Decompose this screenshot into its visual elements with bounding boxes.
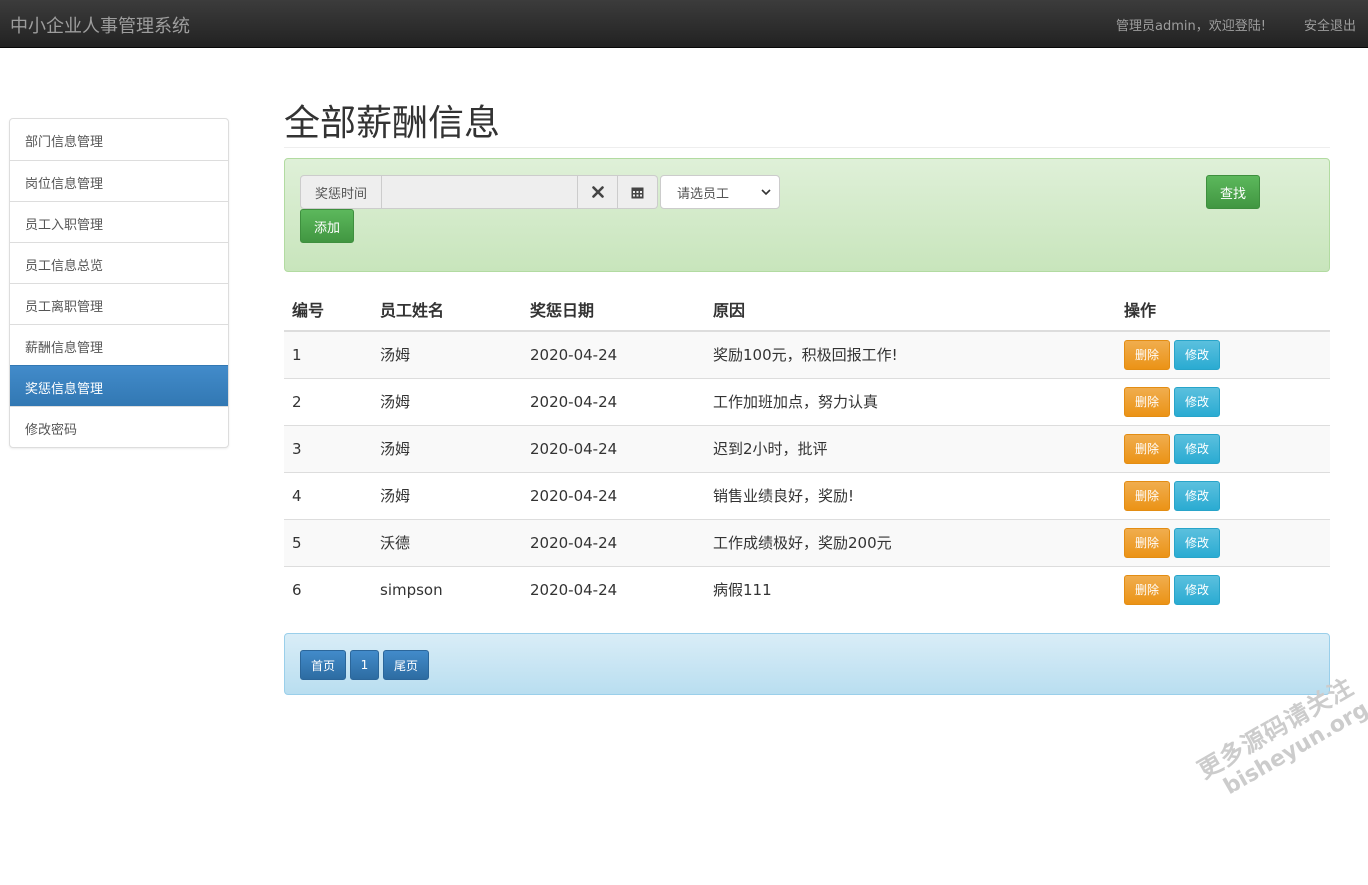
edit-button[interactable]: 修改 xyxy=(1174,339,1220,370)
cell-name: 汤姆 xyxy=(372,471,522,519)
reward-time-input[interactable] xyxy=(382,175,578,209)
calendar-icon xyxy=(631,187,644,198)
cell-actions: 删除 修改 xyxy=(1116,518,1330,566)
edit-button[interactable]: 修改 xyxy=(1174,574,1220,605)
pagination: 首页 1 尾页 xyxy=(300,650,429,680)
cell-actions: 删除 修改 xyxy=(1116,424,1330,472)
clear-date-button[interactable] xyxy=(578,175,618,209)
logout-link[interactable]: 安全退出 xyxy=(1304,15,1356,34)
header-id: 编号 xyxy=(284,287,372,332)
sidebar-item-change-password[interactable]: 修改密码 xyxy=(10,406,228,447)
search-panel: 奖惩时间 请选员工 查找 添加 xyxy=(284,158,1330,272)
cell-id: 4 xyxy=(284,471,372,519)
page-title: 全部薪酬信息 xyxy=(284,103,501,144)
chevron-down-icon xyxy=(761,189,771,196)
cell-id: 1 xyxy=(284,331,372,378)
first-page-button[interactable]: 首页 xyxy=(300,650,346,680)
calendar-button[interactable] xyxy=(618,175,658,209)
cell-reason: 奖励100元，积极回报工作! xyxy=(705,331,1116,378)
cell-reason: 工作成绩极好，奖励200元 xyxy=(705,518,1116,566)
cell-date: 2020-04-24 xyxy=(522,565,705,613)
cell-id: 2 xyxy=(284,377,372,425)
cell-date: 2020-04-24 xyxy=(522,424,705,472)
find-button[interactable]: 查找 xyxy=(1206,175,1260,209)
delete-button[interactable]: 删除 xyxy=(1124,574,1170,605)
delete-button[interactable]: 删除 xyxy=(1124,339,1170,370)
title-divider xyxy=(284,147,1330,148)
welcome-text: 管理员admin，欢迎登陆! xyxy=(1116,19,1266,34)
edit-button[interactable]: 修改 xyxy=(1174,386,1220,417)
top-navbar: 中小企业人事管理系统 管理员admin，欢迎登陆! 安全退出 xyxy=(0,0,1368,48)
page-number-button[interactable]: 1 xyxy=(350,650,379,680)
employee-select-value: 请选员工 xyxy=(677,187,730,202)
delete-button[interactable]: 删除 xyxy=(1124,386,1170,417)
sidebar-item-resignation[interactable]: 员工离职管理 xyxy=(10,283,228,324)
table-row: 5 沃德 2020-04-24 工作成绩极好，奖励200元 删除 修改 xyxy=(284,518,1330,566)
sidebar-item-salary[interactable]: 薪酬信息管理 xyxy=(10,324,228,365)
delete-button[interactable]: 删除 xyxy=(1124,480,1170,511)
add-button[interactable]: 添加 xyxy=(300,209,354,243)
cell-actions: 删除 修改 xyxy=(1116,377,1330,425)
cell-name: simpson xyxy=(372,565,522,613)
sidebar-item-onboarding[interactable]: 员工入职管理 xyxy=(10,201,228,242)
employee-select[interactable]: 请选员工 xyxy=(660,175,780,209)
edit-button[interactable]: 修改 xyxy=(1174,527,1220,558)
table-row: 1 汤姆 2020-04-24 奖励100元，积极回报工作! 删除 修改 xyxy=(284,331,1330,378)
cell-date: 2020-04-24 xyxy=(522,518,705,566)
cell-id: 6 xyxy=(284,565,372,613)
sidebar-menu: 部门信息管理 岗位信息管理 员工入职管理 员工信息总览 员工离职管理 薪酬信息管… xyxy=(9,118,229,448)
header-date: 奖惩日期 xyxy=(522,287,705,332)
cell-name: 汤姆 xyxy=(372,377,522,425)
sidebar-item-department[interactable]: 部门信息管理 xyxy=(10,119,228,160)
app-brand[interactable]: 中小企业人事管理系统 xyxy=(10,12,190,38)
rewards-table: 编号 员工姓名 奖惩日期 原因 操作 1 汤姆 2020-04-24 奖励100… xyxy=(284,287,1330,613)
pagination-panel: 首页 1 尾页 xyxy=(284,633,1330,695)
edit-button[interactable]: 修改 xyxy=(1174,433,1220,464)
cell-name: 汤姆 xyxy=(372,424,522,472)
sidebar-item-rewards[interactable]: 奖惩信息管理 xyxy=(10,365,228,406)
table-row: 6 simpson 2020-04-24 病假111 删除 修改 xyxy=(284,565,1330,613)
cell-date: 2020-04-24 xyxy=(522,377,705,425)
table-row: 4 汤姆 2020-04-24 销售业绩良好，奖励! 删除 修改 xyxy=(284,471,1330,519)
table-row: 2 汤姆 2020-04-24 工作加班加点，努力认真 删除 修改 xyxy=(284,377,1330,425)
cell-name: 沃德 xyxy=(372,518,522,566)
sidebar-item-position[interactable]: 岗位信息管理 xyxy=(10,160,228,201)
table-row: 3 汤姆 2020-04-24 迟到2小时，批评 删除 修改 xyxy=(284,424,1330,472)
cell-date: 2020-04-24 xyxy=(522,471,705,519)
delete-button[interactable]: 删除 xyxy=(1124,433,1170,464)
cell-id: 3 xyxy=(284,424,372,472)
remove-icon xyxy=(591,186,604,198)
navbar-right: 管理员admin，欢迎登陆! 安全退出 xyxy=(1116,15,1356,34)
cell-reason: 病假111 xyxy=(705,565,1116,613)
delete-button[interactable]: 删除 xyxy=(1124,527,1170,558)
cell-actions: 删除 修改 xyxy=(1116,471,1330,519)
cell-date: 2020-04-24 xyxy=(522,331,705,378)
header-actions: 操作 xyxy=(1116,287,1330,332)
last-page-button[interactable]: 尾页 xyxy=(383,650,429,680)
cell-actions: 删除 修改 xyxy=(1116,565,1330,613)
header-reason: 原因 xyxy=(705,287,1116,332)
cell-reason: 工作加班加点，努力认真 xyxy=(705,377,1116,425)
cell-reason: 迟到2小时，批评 xyxy=(705,424,1116,472)
header-name: 员工姓名 xyxy=(372,287,522,332)
cell-name: 汤姆 xyxy=(372,331,522,378)
cell-id: 5 xyxy=(284,518,372,566)
date-input-group: 奖惩时间 xyxy=(300,175,658,209)
cell-reason: 销售业绩良好，奖励! xyxy=(705,471,1116,519)
cell-actions: 删除 修改 xyxy=(1116,331,1330,378)
table-header-row: 编号 员工姓名 奖惩日期 原因 操作 xyxy=(284,287,1330,332)
reward-time-label: 奖惩时间 xyxy=(300,175,382,209)
sidebar-item-employee-overview[interactable]: 员工信息总览 xyxy=(10,242,228,283)
edit-button[interactable]: 修改 xyxy=(1174,480,1220,511)
